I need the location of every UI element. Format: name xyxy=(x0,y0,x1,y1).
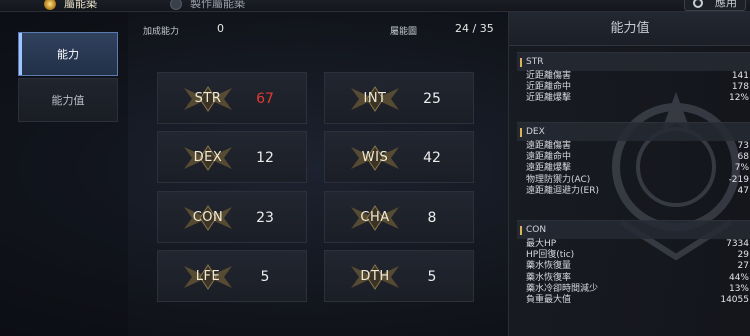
stat-row: 藥水冷卻時間減少 13% xyxy=(517,284,750,295)
stat-value: 8 xyxy=(427,210,437,226)
stat-row-value: 29 xyxy=(737,250,749,261)
stat-row-label: 遠距離迴避力(ER) xyxy=(526,185,599,196)
stat-row-label: 藥水恢復量 xyxy=(526,261,572,272)
stat-row: 藥水恢復率 44% xyxy=(517,273,750,284)
ability-values-panel: 能力值 STR 近距離傷害 141 近距離命中 178 近距離爆擊 12% DEX 遠距離… xyxy=(508,12,750,336)
stat-value: 42 xyxy=(423,150,441,166)
stat-row-label: 負重最大值 xyxy=(526,294,572,305)
stat-row-value: 44% xyxy=(728,272,749,283)
stat-row-label: 遠距離傷害 xyxy=(526,141,572,151)
stat-row: 遠距離命中 68 xyxy=(517,152,750,163)
stat-row: 負重最大值 14055 xyxy=(517,295,750,306)
stat-row-value: 141 xyxy=(731,71,749,81)
stat-row: 藥水恢復量 27 xyxy=(517,261,750,272)
sidebar-item-label: 能力 xyxy=(57,48,79,61)
stat-name: WIS xyxy=(361,150,389,165)
tab-craft-attribute-build[interactable]: 製作屬能築 xyxy=(170,0,245,11)
stat-row-value: 73 xyxy=(737,141,749,151)
stat-row-value: 14055 xyxy=(720,294,749,305)
stat-card-con[interactable]: CON 23 xyxy=(157,191,307,243)
stat-row-value: 47 xyxy=(737,185,749,196)
stat-group-con: CON 最大HP 7334 HP回復(tic) 29 藥水恢復量 27 藥水恢復率 44% 藥水… xyxy=(517,220,750,306)
attribute-points-value: 24 / 35 xyxy=(455,22,494,35)
stat-row: 物理防禦力(AC) -219 xyxy=(517,175,750,186)
stat-card-wis[interactable]: WIS 42 xyxy=(324,131,474,183)
stat-row-label: 遠距離命中 xyxy=(526,152,572,163)
apply-button[interactable]: 應用 xyxy=(684,0,746,11)
stat-row-value: 7% xyxy=(734,163,749,174)
stat-row-value: 12% xyxy=(728,93,749,104)
stat-row-label: 藥水冷卻時間減少 xyxy=(526,283,599,294)
stat-card-dex[interactable]: DEX 12 xyxy=(157,131,307,183)
stat-row-label: 最大HP xyxy=(526,239,557,249)
stat-name: CON xyxy=(192,210,224,225)
bonus-points-value: 0 xyxy=(217,22,224,35)
stat-value: 5 xyxy=(260,269,270,285)
tab-label: 屬能築 xyxy=(64,0,97,10)
stat-value: 5 xyxy=(427,269,437,285)
stat-row-label: 藥水恢復率 xyxy=(526,272,572,283)
stat-row-label: 近距離傷害 xyxy=(526,71,572,81)
stat-row: 近距離爆擊 12% xyxy=(517,93,750,104)
apply-label: 應用 xyxy=(715,0,737,9)
stat-name: CHA xyxy=(360,210,390,225)
tab-attribute-build[interactable]: 屬能築 xyxy=(44,0,97,11)
stat-group-dex: DEX 遠距離傷害 73 遠距離命中 68 遠距離爆擊 7% 物理防禦力(AC) -219 遠距… xyxy=(517,122,750,197)
stat-name: LFE xyxy=(195,269,221,284)
stat-row: 遠距離傷害 73 xyxy=(517,141,750,152)
stat-value: 25 xyxy=(423,91,441,107)
stat-row-value: 7334 xyxy=(726,239,749,249)
stat-row-value: -219 xyxy=(728,174,749,185)
stat-card-str[interactable]: STR 67 xyxy=(157,72,307,124)
craft-icon xyxy=(170,0,182,10)
stat-card-lfe[interactable]: LFE 5 xyxy=(157,250,307,302)
stat-row-label: HP回復(tic) xyxy=(526,250,575,261)
stat-row-label: 近距離爆擊 xyxy=(526,93,572,104)
sidebar-item-ability-values[interactable]: 能力值 xyxy=(18,78,118,122)
stat-row: 近距離傷害 141 xyxy=(517,71,750,82)
attribute-points-label: 屬能圖 xyxy=(390,27,418,37)
apply-icon xyxy=(693,0,703,8)
stat-row: 遠距離爆擊 7% xyxy=(517,163,750,174)
sidebar-item-label: 能力值 xyxy=(51,94,85,107)
group-heading: STR xyxy=(517,53,750,71)
stat-row: 最大HP 7334 xyxy=(517,239,750,250)
sidebar-item-abilities[interactable]: 能力 xyxy=(18,32,118,76)
stat-group-str: STR 近距離傷害 141 近距離命中 178 近距離爆擊 12% xyxy=(517,52,750,105)
stat-row-value: 68 xyxy=(737,152,749,163)
stat-row-value: 13% xyxy=(728,283,749,294)
top-tab-bar: 屬能築 製作屬能築 應用 xyxy=(0,0,750,12)
stat-card-int[interactable]: INT 25 xyxy=(324,72,474,124)
stat-row-label: 物理防禦力(AC) xyxy=(526,174,591,185)
stat-name: DEX xyxy=(193,150,223,165)
stat-card-cha[interactable]: CHA 8 xyxy=(324,191,474,243)
stat-row-value: 178 xyxy=(731,82,749,93)
stat-value: 23 xyxy=(256,210,274,226)
stat-row: HP回復(tic) 29 xyxy=(517,250,750,261)
left-sidebar: 能力 能力值 xyxy=(0,12,128,336)
tab-label: 製作屬能築 xyxy=(190,0,245,10)
stat-row-label: 近距離命中 xyxy=(526,82,572,93)
bonus-points-label: 加成能力 xyxy=(143,27,180,37)
stat-name: DTH xyxy=(360,269,390,284)
stat-value: 67 xyxy=(256,91,274,107)
stat-row-value: 27 xyxy=(737,261,749,272)
stat-row: 近距離命中 178 xyxy=(517,82,750,93)
stat-name: INT xyxy=(363,91,387,106)
stat-row-label: 遠距離爆擊 xyxy=(526,163,572,174)
stat-value: 12 xyxy=(256,150,274,166)
stat-card-dth[interactable]: DTH 5 xyxy=(324,250,474,302)
panel-title: 能力值 xyxy=(509,12,750,46)
stat-row: 遠距離迴避力(ER) 47 xyxy=(517,186,750,197)
attribute-emblem-icon xyxy=(44,0,56,10)
stat-name: STR xyxy=(194,91,222,106)
group-heading: CON xyxy=(517,221,750,239)
group-heading: DEX xyxy=(517,123,750,141)
